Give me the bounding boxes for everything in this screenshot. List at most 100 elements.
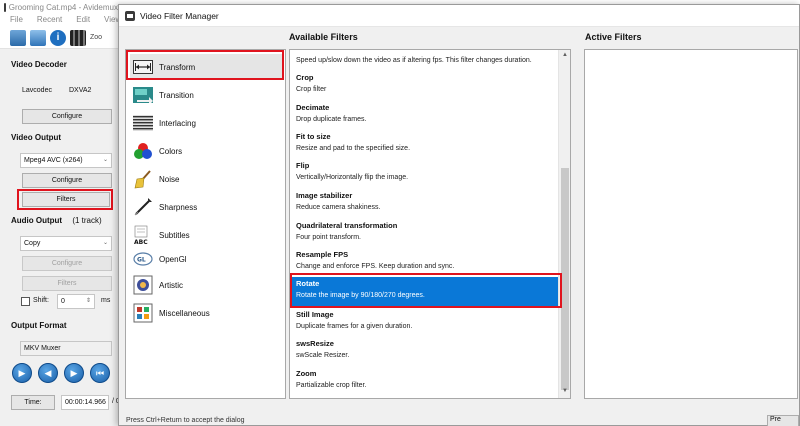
category-colors[interactable]: Colors bbox=[130, 138, 283, 164]
forward-icon[interactable]: ▶ bbox=[64, 363, 84, 383]
decoder-configure-button[interactable]: Configure bbox=[22, 109, 112, 124]
video-decoder-heading: Video Decoder bbox=[11, 60, 67, 69]
filter-description: Reduce camera shakiness. bbox=[296, 204, 381, 211]
menu-recent[interactable]: Recent bbox=[37, 15, 62, 26]
available-filters-heading: Available Filters bbox=[289, 32, 358, 42]
filter-item-crop[interactable]: Crop Crop filter bbox=[292, 71, 558, 99]
filter-item-decimate[interactable]: Decimate Drop duplicate frames. bbox=[292, 101, 558, 129]
category-label: OpenGl bbox=[159, 254, 187, 264]
shift-value: 0 bbox=[61, 298, 65, 305]
filter-description: Change and enforce FPS. Keep duration an… bbox=[296, 263, 455, 270]
category-transition[interactable]: Transition bbox=[130, 82, 283, 108]
scrollbar-thumb[interactable] bbox=[561, 168, 569, 390]
sharpness-icon bbox=[133, 197, 153, 217]
filter-name: Still Image bbox=[296, 310, 334, 319]
colors-icon bbox=[133, 141, 153, 161]
filter-item-zoom[interactable]: Zoom Partializable crop filter. bbox=[292, 367, 558, 395]
category-label: Subtitles bbox=[159, 230, 190, 240]
avidemux-main-window: Grooming Cat.mp4 - Avidemux File Recent … bbox=[0, 0, 122, 426]
filter-item-still-image[interactable]: Still Image Duplicate frames for a given… bbox=[292, 308, 558, 336]
video-filters-button[interactable]: Filters bbox=[22, 192, 110, 207]
filter-name: Resample FPS bbox=[296, 250, 349, 259]
video-codec-select[interactable]: Mpeg4 AVC (x264) ⌄ bbox=[20, 153, 112, 168]
filter-item-swsresize[interactable]: swsResize swScale Resizer. bbox=[292, 337, 558, 365]
transform-icon bbox=[133, 57, 153, 77]
main-menubar: File Recent Edit View bbox=[0, 14, 122, 27]
main-titlebar: Grooming Cat.mp4 - Avidemux bbox=[0, 0, 122, 14]
category-miscellaneous[interactable]: Miscellaneous bbox=[130, 300, 283, 326]
audio-track-count: (1 track) bbox=[72, 216, 102, 225]
previous-keyframe-icon[interactable]: ⏮ bbox=[90, 363, 110, 383]
artistic-icon bbox=[133, 275, 153, 295]
info-icon[interactable]: i bbox=[50, 29, 66, 46]
active-filters-heading: Active Filters bbox=[585, 32, 642, 42]
filter-name: Rotate bbox=[296, 279, 320, 288]
filter-description: Speed up/slow down the video as if alter… bbox=[296, 57, 532, 64]
time-value: 00:00:14.966 bbox=[65, 399, 106, 406]
opengl-icon: GL bbox=[133, 249, 153, 269]
category-noise[interactable]: Noise bbox=[130, 166, 283, 192]
filter-description: Rotate the image by 90/180/270 degrees. bbox=[296, 292, 425, 299]
open-video-icon[interactable] bbox=[10, 29, 26, 46]
filter-item-quadrilateral[interactable]: Quadrilateral transformation Four point … bbox=[292, 219, 558, 247]
filter-item-fit-to-size[interactable]: Fit to size Resize and pad to the specif… bbox=[292, 130, 558, 158]
filter-name: Image stabilizer bbox=[296, 191, 353, 200]
filter-name: Crop bbox=[296, 73, 314, 82]
filter-description: Duplicate frames for a given duration. bbox=[296, 323, 413, 330]
decoder-codec: Lavcodec bbox=[22, 87, 52, 94]
category-label: Colors bbox=[159, 146, 183, 156]
chevron-down-icon: ⌄ bbox=[102, 240, 108, 246]
muxer-select[interactable]: MKV Muxer bbox=[20, 341, 112, 356]
svg-text:ABC: ABC bbox=[134, 239, 148, 245]
play-icon[interactable]: ▶ bbox=[12, 363, 32, 383]
category-label: Transform bbox=[159, 62, 196, 72]
scroll-up-icon[interactable]: ▲ bbox=[559, 52, 570, 58]
category-artistic[interactable]: Artistic bbox=[130, 272, 283, 298]
interlacing-icon bbox=[133, 113, 153, 133]
spinner-icon: ⇕ bbox=[85, 298, 91, 304]
active-filters-list[interactable] bbox=[584, 49, 798, 399]
filter-item-image-stabilizer[interactable]: Image stabilizer Reduce camera shakiness… bbox=[292, 189, 558, 217]
category-interlacing[interactable]: Interlacing bbox=[130, 110, 283, 136]
menu-file[interactable]: File bbox=[10, 15, 23, 26]
video-configure-button[interactable]: Configure bbox=[22, 173, 112, 188]
subtitles-icon: ABC bbox=[133, 225, 153, 245]
filters-scrollbar[interactable]: ▲ ▼ bbox=[558, 50, 570, 398]
main-toolbar: i Zoo bbox=[0, 27, 122, 49]
audio-output-title: Audio Output bbox=[11, 216, 63, 225]
menu-edit[interactable]: Edit bbox=[76, 15, 90, 26]
filter-item-resample-fps[interactable]: Resample FPS Change and enforce FPS. Kee… bbox=[292, 248, 558, 276]
video-codec-value: Mpeg4 AVC (x264) bbox=[24, 157, 83, 164]
audio-filters-button[interactable]: Filters bbox=[22, 276, 112, 291]
category-label: Interlacing bbox=[159, 118, 196, 128]
rewind-icon[interactable]: ◀ bbox=[38, 363, 58, 383]
filter-description: Drop duplicate frames. bbox=[296, 116, 367, 123]
save-video-icon[interactable] bbox=[30, 29, 46, 46]
decoder-accel: DXVA2 bbox=[69, 87, 92, 94]
audio-configure-button[interactable]: Configure bbox=[22, 256, 112, 271]
category-transform[interactable]: Transform bbox=[130, 54, 283, 80]
category-subtitles[interactable]: ABC Subtitles bbox=[130, 222, 283, 248]
zoom-label: Zoo bbox=[90, 34, 103, 41]
scroll-down-icon[interactable]: ▼ bbox=[559, 388, 570, 394]
video-filter-manager-dialog: Video Filter Manager Transform Transitio… bbox=[118, 4, 800, 426]
time-label: Time: bbox=[11, 395, 55, 410]
category-opengl[interactable]: GL OpenGl bbox=[130, 246, 283, 272]
preview-button[interactable]: Pre bbox=[767, 415, 799, 426]
shift-unit: ms bbox=[101, 297, 111, 304]
time-input[interactable]: 00:00:14.966 bbox=[61, 395, 109, 410]
category-label: Artistic bbox=[159, 280, 183, 290]
audio-codec-select[interactable]: Copy ⌄ bbox=[20, 236, 112, 251]
broom-icon bbox=[133, 169, 153, 189]
filter-item-flip[interactable]: Flip Vertically/Horizontally flip the im… bbox=[292, 159, 558, 187]
shift-input[interactable]: 0 ⇕ bbox=[57, 294, 95, 309]
shift-checkbox[interactable] bbox=[21, 297, 30, 306]
muxer-value: MKV Muxer bbox=[24, 345, 61, 352]
category-sharpness[interactable]: Sharpness bbox=[130, 194, 283, 220]
filter-name: Flip bbox=[296, 161, 310, 170]
transition-icon bbox=[133, 85, 153, 105]
filter-description: Resize and pad to the specified size. bbox=[296, 145, 411, 152]
filter-item-rotate[interactable]: Rotate Rotate the image by 90/180/270 de… bbox=[292, 277, 558, 306]
category-label: Noise bbox=[159, 174, 180, 184]
filmstrip-icon[interactable] bbox=[70, 29, 86, 46]
